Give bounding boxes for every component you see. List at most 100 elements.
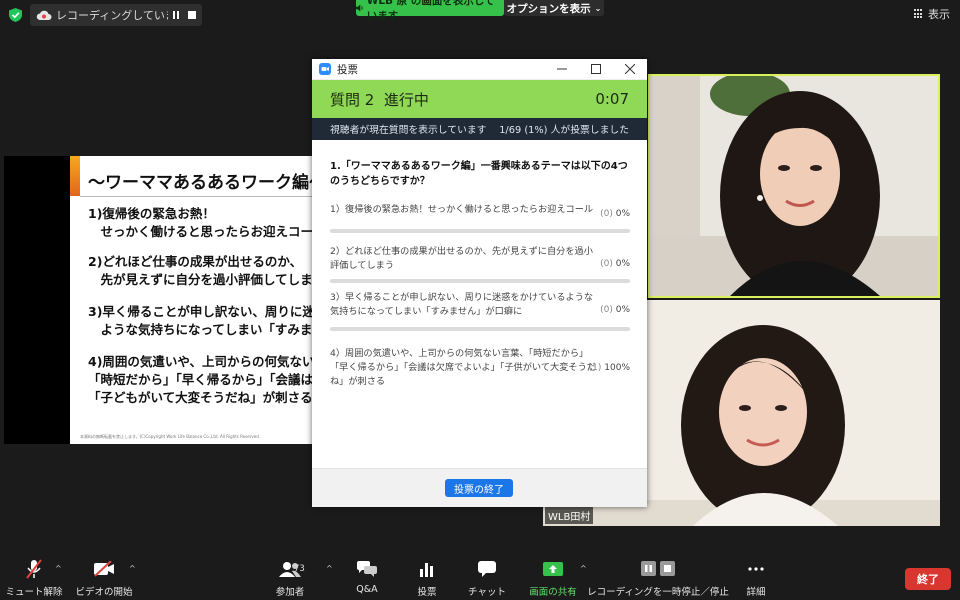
poll-footer: 投票の終了 bbox=[312, 468, 647, 507]
poll-titlebar: 投票 bbox=[312, 59, 647, 80]
muted-microphone-icon bbox=[25, 556, 43, 582]
participant-video-image bbox=[650, 76, 938, 296]
question-number: 質問 2 bbox=[330, 90, 375, 109]
pause-recording-icon[interactable] bbox=[168, 7, 184, 23]
share-banner-text: WLB 原 の画面を表示しています bbox=[366, 0, 495, 22]
poll-option-bar bbox=[330, 327, 630, 331]
view-button[interactable]: 表示 bbox=[914, 6, 950, 22]
chat-label: チャット bbox=[468, 587, 506, 598]
slide-line: 先が見えずに自分を過小評価してしまう bbox=[88, 272, 315, 287]
participants-button[interactable]: 73 参加者 bbox=[270, 556, 310, 600]
share-screen-button[interactable]: 画面の共有 bbox=[528, 556, 578, 600]
poll-option-bar bbox=[330, 279, 630, 283]
close-icon[interactable] bbox=[613, 59, 647, 79]
option-count: (1) bbox=[588, 363, 602, 373]
poll-question-text: 1.「ワーママあるあるワーク編」一番興味あるテーマは以下の4つのうちどちらですか… bbox=[330, 161, 628, 187]
view-label: 表示 bbox=[928, 8, 950, 21]
chat-bubble-icon bbox=[478, 556, 496, 582]
stop-recording-icon[interactable] bbox=[184, 7, 200, 23]
end-poll-button[interactable]: 投票の終了 bbox=[445, 479, 513, 497]
top-bar: レコーディングしています... WLB 原 の画面を表示しています オプションを… bbox=[0, 0, 960, 28]
video-tile-active-speaker[interactable] bbox=[648, 74, 940, 298]
poll-option-label: 1）復帰後の緊急お熱！せっかく働けると思ったらお迎えコール bbox=[330, 204, 594, 215]
audio-options-caret-icon[interactable]: ^ bbox=[55, 564, 62, 573]
poll-option: 1）復帰後の緊急お熱！せっかく働けると思ったらお迎えコール (0) 0% bbox=[330, 203, 630, 233]
screen-share-banner: WLB 原 の画面を表示しています bbox=[356, 0, 504, 22]
polling-button[interactable]: 投票 bbox=[412, 556, 442, 600]
recording-status-text: レコーディングしています... bbox=[56, 9, 168, 22]
polling-label: 投票 bbox=[417, 587, 437, 598]
unmute-button[interactable]: ミュート解除 bbox=[5, 556, 63, 600]
start-video-button[interactable]: ビデオの開始 bbox=[75, 556, 133, 600]
shared-screen: ～ワーママあるあるワーク編～ 1)復帰後の緊急お熱！ せっかく働けると思ったらお… bbox=[4, 156, 314, 444]
chevron-down-icon: ⌄ bbox=[594, 3, 602, 13]
view-options-button[interactable]: オプションを表示 ⌄ bbox=[504, 0, 604, 16]
cloud-recording-icon bbox=[36, 10, 52, 20]
slide-title: ～ワーママあるあるワーク編～ bbox=[88, 173, 314, 193]
video-options-caret-icon[interactable]: ^ bbox=[129, 564, 136, 573]
security-shield-icon[interactable] bbox=[9, 8, 22, 22]
participant-count: 73 bbox=[294, 564, 305, 574]
meeting-toolbar: ミュート解除 ^ ビデオの開始 ^ 73 参加者 ^ Q&A 投票 チャット 画… bbox=[0, 556, 960, 600]
slide-copyright: 本資料の無断転載を禁止します。(C)Copyright Work Life Ba… bbox=[80, 434, 261, 439]
recording-controls-icon bbox=[641, 556, 675, 582]
unmute-label: ミュート解除 bbox=[5, 587, 63, 598]
slide-line: 1)復帰後の緊急お熱！ bbox=[88, 206, 215, 221]
more-button[interactable]: 詳細 bbox=[738, 556, 774, 600]
poll-chart-icon bbox=[419, 556, 435, 582]
slide-accent-bar bbox=[70, 156, 80, 196]
qa-button[interactable]: Q&A bbox=[352, 556, 382, 600]
option-count: (0) bbox=[600, 209, 613, 219]
share-screen-label: 画面の共有 bbox=[529, 587, 577, 598]
recording-controls-button[interactable]: レコーディングを一時停止／停止 bbox=[587, 556, 729, 600]
poll-window: 投票 質問 2 進行中 0:07 視聴者が現在質問を表示しています 1/69 (… bbox=[312, 59, 647, 507]
poll-option: 4）周囲の気遣いや、上司からの何気ない言葉、「時短だから」「早く帰るから」「会議… bbox=[330, 347, 630, 389]
zoom-logo-icon bbox=[319, 63, 331, 75]
poll-option-result: (0) 0% bbox=[600, 259, 630, 269]
option-percent: 100% bbox=[604, 363, 630, 373]
recording-controls-label: レコーディングを一時停止／停止 bbox=[587, 587, 729, 598]
maximize-icon[interactable] bbox=[579, 59, 613, 79]
share-screen-icon bbox=[543, 556, 563, 582]
option-percent: 0% bbox=[615, 259, 630, 269]
poll-timer: 0:07 bbox=[595, 90, 629, 108]
video-off-icon bbox=[93, 556, 115, 582]
poll-option-label: 2）どれほど仕事の成果が出せるのか、先が見えずに自分を過小評価してしまう bbox=[330, 246, 593, 271]
end-meeting-button[interactable]: 終了 bbox=[905, 568, 951, 590]
option-percent: 0% bbox=[615, 209, 630, 219]
poll-state: 進行中 bbox=[383, 90, 429, 109]
presentation-slide: ～ワーママあるあるワーク編～ 1)復帰後の緊急お熱！ せっかく働けると思ったらお… bbox=[70, 156, 314, 444]
participant-name-tag: WLB田村 bbox=[545, 507, 594, 524]
poll-option-bar bbox=[330, 229, 630, 233]
minimize-icon[interactable] bbox=[545, 59, 579, 79]
slide-line: 2)どれほど仕事の成果が出せるのか、 bbox=[88, 254, 303, 269]
share-options-caret-icon[interactable]: ^ bbox=[580, 564, 587, 573]
slide-line: 「時短だから」「早く帰るから」「会議は欠席で bbox=[88, 372, 314, 387]
vote-count-text: 1/69 (1%) 人が投票しました bbox=[499, 125, 629, 136]
option-percent: 0% bbox=[615, 305, 630, 315]
participants-label: 参加者 bbox=[275, 587, 305, 598]
participants-icon: 73 bbox=[270, 556, 310, 582]
option-count: (0) bbox=[600, 305, 613, 315]
slide-line: せっかく働けると思ったらお迎えコール bbox=[88, 224, 315, 239]
viewer-status-text: 視聴者が現在質問を表示しています bbox=[330, 125, 487, 136]
slide-divider bbox=[80, 196, 314, 197]
slide-line: 「子どもがいて大変そうだね」が刺さる。 bbox=[88, 390, 314, 405]
slide-line: 3)早く帰ることが申し訳ない、周りに迷惑を bbox=[88, 304, 314, 319]
poll-option: 2）どれほど仕事の成果が出せるのか、先が見えずに自分を過小評価してしまう (0)… bbox=[330, 245, 630, 283]
poll-question-header: 質問 2 進行中 bbox=[330, 89, 429, 110]
poll-option-result: (0) 0% bbox=[600, 209, 630, 219]
grid-view-icon bbox=[914, 9, 924, 19]
poll-option-result: (1) 100% bbox=[589, 363, 630, 373]
more-label: 詳細 bbox=[746, 587, 766, 598]
recording-indicator: レコーディングしています... bbox=[30, 4, 202, 26]
start-video-label: ビデオの開始 bbox=[75, 587, 133, 598]
slide-line: ような気持ちになってしまい「すみません bbox=[88, 322, 315, 337]
participants-caret-icon[interactable]: ^ bbox=[326, 564, 333, 573]
poll-window-title: 投票 bbox=[337, 63, 358, 76]
chat-button[interactable]: チャット bbox=[466, 556, 508, 600]
more-dots-icon bbox=[748, 556, 764, 582]
poll-viewer-status: 視聴者が現在質問を表示しています 1/69 (1%) 人が投票しました bbox=[312, 118, 647, 140]
poll-option: 3）早く帰ることが申し訳ない、周りに迷惑をかけているような気持ちになってしまい「… bbox=[330, 291, 630, 331]
poll-option-result: (0) 0% bbox=[600, 305, 630, 315]
